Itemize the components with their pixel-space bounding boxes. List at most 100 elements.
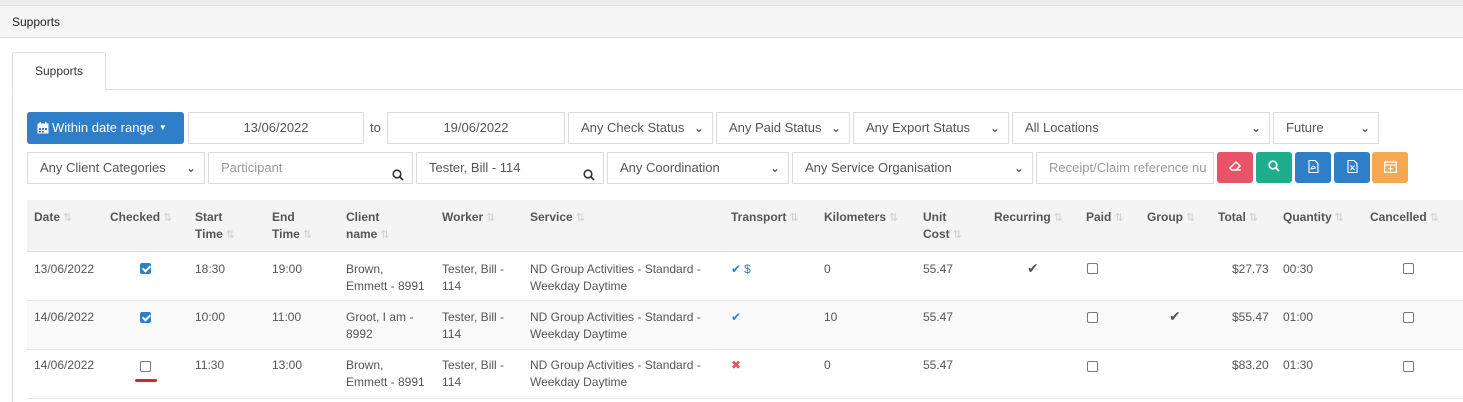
checked-checkbox[interactable] (140, 312, 151, 323)
service-line: ND Group Activities - Standard - (530, 358, 701, 372)
cell-kilometers: 10 (824, 310, 838, 324)
search-button[interactable] (1256, 152, 1292, 183)
col-header-group[interactable]: Group ⇅ (1147, 209, 1195, 227)
col-header-label: name (346, 227, 378, 241)
cancelled-checkbox[interactable] (1403, 263, 1414, 274)
checked-checkbox[interactable] (140, 361, 151, 372)
client-categories-select[interactable]: Any Client Categories ⌄ (27, 152, 205, 184)
cell-worker: Tester, Bill - 114 (442, 357, 504, 391)
cell-service: ND Group Activities - Standard - Weekday … (530, 309, 701, 343)
cancelled-checkbox[interactable] (1403, 361, 1414, 372)
participant-placeholder: Participant (221, 160, 283, 175)
sort-icon: ⇅ (380, 229, 390, 241)
paid-status-select[interactable]: Any Paid Status ⌄ (716, 112, 850, 144)
cell-unit-cost: 55.47 (923, 310, 954, 324)
worker-input[interactable]: Tester, Bill - 114 (416, 152, 604, 184)
paid-status-value: Any Paid Status (729, 120, 822, 135)
cell-unit-cost: 55.47 (923, 262, 954, 276)
paid-checkbox[interactable] (1087, 263, 1098, 274)
col-header-checked[interactable]: Checked ⇅ (110, 209, 172, 227)
col-header-label: Transport (731, 210, 787, 224)
page-header: Supports (0, 6, 1463, 38)
service-organisation-select[interactable]: Any Service Organisation ⌄ (792, 152, 1033, 184)
period-select[interactable]: Future ⌄ (1273, 112, 1379, 144)
paid-checkbox[interactable] (1087, 312, 1098, 323)
add-to-calendar-button[interactable] (1372, 152, 1408, 183)
export-pdf-button[interactable] (1295, 152, 1331, 183)
group-check-icon: ✔ (1169, 308, 1181, 324)
client-name-line: 8992 (346, 327, 373, 341)
reference-placeholder: Receipt/Claim reference nu (1049, 160, 1207, 175)
worker-line: 114 (442, 279, 462, 293)
sort-icon: ⇅ (889, 212, 899, 224)
sort-icon: ⇅ (1248, 212, 1258, 224)
sort-icon: ⇅ (1186, 212, 1196, 224)
date-from-input[interactable]: 13/06/2022 (188, 112, 364, 144)
col-header-total[interactable]: Total ⇅ (1218, 209, 1258, 227)
coordination-value: Any Coordination (620, 160, 720, 175)
sort-icon: ⇅ (163, 212, 173, 224)
sort-icon: ⇅ (1114, 212, 1124, 224)
date-range-button[interactable]: Within date range ▼ (27, 112, 184, 144)
reference-input[interactable]: Receipt/Claim reference nu (1036, 152, 1214, 184)
col-header-cancelled[interactable]: Cancelled ⇅ (1370, 209, 1439, 227)
coordination-select[interactable]: Any Coordination ⌄ (607, 152, 789, 184)
clear-filters-button[interactable] (1217, 152, 1253, 183)
client-name-line: Brown, (346, 262, 384, 276)
locations-select[interactable]: All Locations ⌄ (1012, 112, 1270, 144)
participant-input[interactable]: Participant (208, 152, 413, 184)
check-status-select[interactable]: Any Check Status ⌄ (568, 112, 713, 144)
cell-total: $27.73 (1232, 262, 1269, 276)
col-header-unit-cost[interactable]: Unit Cost ⇅ (923, 209, 962, 244)
cancelled-checkbox[interactable] (1403, 312, 1414, 323)
cell-total: $55.47 (1232, 310, 1269, 324)
col-header-label: Client (346, 210, 380, 224)
chevron-down-icon: ⌄ (693, 121, 704, 135)
period-value: Future (1286, 120, 1324, 135)
cell-total: $83.20 (1232, 358, 1269, 372)
cell-start-time: 11:30 (195, 358, 225, 372)
locations-value: All Locations (1025, 120, 1099, 135)
col-header-label: Date (34, 210, 61, 224)
cell-service: ND Group Activities - Standard - Weekday … (530, 357, 701, 391)
checked-checkbox[interactable] (140, 263, 151, 274)
chevron-down-icon: ⌄ (1359, 121, 1370, 135)
col-header-transport[interactable]: Transport ⇅ (731, 209, 799, 227)
col-header-client-name[interactable]: Client name ⇅ (346, 209, 390, 244)
cell-quantity: 01:30 (1283, 358, 1314, 372)
tab-divider (12, 89, 1463, 90)
cell-transport: ✔ (731, 309, 741, 326)
caret-down-icon: ▼ (158, 123, 167, 132)
calendar-icon (37, 114, 49, 146)
tab-supports[interactable]: Supports (12, 52, 106, 90)
col-header-label: Group (1147, 210, 1183, 224)
cell-end-time: 11:00 (272, 310, 302, 324)
col-header-start-time[interactable]: Start Time ⇅ (195, 209, 235, 244)
sort-icon: ⇅ (1053, 212, 1063, 224)
chevron-down-icon: ⌄ (185, 161, 196, 175)
chevron-down-icon: ⌄ (1013, 161, 1024, 175)
paid-checkbox[interactable] (1087, 361, 1098, 372)
col-header-service[interactable]: Service ⇅ (530, 209, 585, 227)
col-header-label: Total (1218, 210, 1246, 224)
date-to-input[interactable]: 19/06/2022 (387, 112, 565, 144)
export-status-select[interactable]: Any Export Status ⌄ (853, 112, 1009, 144)
cell-date: 13/06/2022 (34, 262, 95, 276)
cross-icon: ✖ (731, 358, 742, 372)
export-excel-button[interactable] (1334, 152, 1370, 183)
service-organisation-value: Any Service Organisation (805, 160, 952, 175)
client-name-line: Emmett - 8991 (346, 279, 425, 293)
service-line: ND Group Activities - Standard - (530, 262, 701, 276)
panel-border (12, 90, 13, 402)
col-header-kilometers[interactable]: Kilometers ⇅ (824, 209, 898, 227)
col-header-end-time[interactable]: End Time ⇅ (272, 209, 312, 244)
col-header-paid[interactable]: Paid ⇅ (1086, 209, 1124, 227)
client-name-line: Brown, (346, 358, 384, 372)
cell-start-time: 18:30 (195, 262, 226, 276)
cell-kilometers: 0 (824, 358, 831, 372)
col-header-date[interactable]: Date ⇅ (34, 209, 72, 227)
col-header-worker[interactable]: Worker ⇅ (442, 209, 495, 227)
worker-line: 114 (442, 375, 462, 389)
col-header-quantity[interactable]: Quantity ⇅ (1283, 209, 1344, 227)
col-header-recurring[interactable]: Recurring ⇅ (994, 209, 1063, 227)
